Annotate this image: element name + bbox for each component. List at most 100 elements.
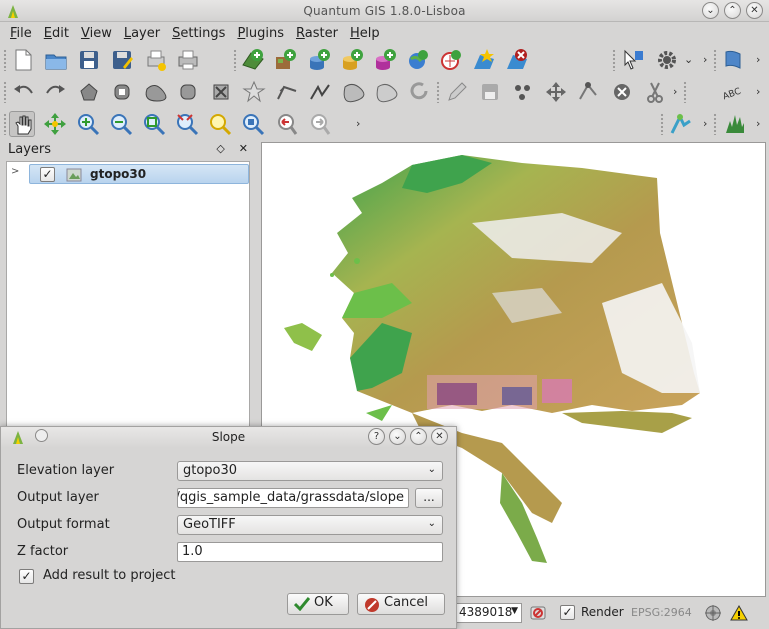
help-button[interactable]: ?	[368, 428, 385, 445]
render-checkbox[interactable]: ✓	[560, 605, 575, 620]
new-project-icon[interactable]	[10, 47, 36, 73]
add-mssql-layer-icon[interactable]	[372, 47, 398, 73]
reshape-features-icon[interactable]	[274, 79, 300, 105]
zoom-last-icon[interactable]	[273, 111, 299, 137]
maximize-dialog-button[interactable]: ⌃	[410, 428, 427, 445]
offset-curve-icon[interactable]	[307, 79, 333, 105]
delete-ring-icon[interactable]	[175, 79, 201, 105]
gps-tracking-icon[interactable]	[668, 111, 694, 137]
new-print-composer-icon[interactable]	[142, 47, 168, 73]
move-feature-icon[interactable]	[543, 79, 569, 105]
add-result-checkbox[interactable]: ✓	[19, 569, 34, 584]
node-tool-icon[interactable]	[576, 79, 602, 105]
menu-layer[interactable]: Layer	[118, 26, 166, 41]
layers-tree[interactable]: > ✓ gtopo30	[6, 161, 250, 451]
toolbar-overflow-icon[interactable]: ›	[703, 117, 707, 130]
ok-button[interactable]: OK	[287, 593, 349, 615]
pan-hand-icon[interactable]	[9, 111, 35, 137]
menu-edit[interactable]: Edit	[38, 26, 75, 41]
close-window-button[interactable]: ✕	[746, 2, 763, 19]
whats-this-icon[interactable]	[620, 47, 646, 73]
remove-layer-icon[interactable]	[504, 47, 530, 73]
crs-status-button[interactable]: EPSG:2964	[631, 606, 692, 619]
toolbar-grip[interactable]	[612, 49, 616, 71]
label-abc-icon[interactable]: ABC	[720, 79, 746, 105]
expand-icon[interactable]: >	[11, 166, 19, 177]
toolbar-grip[interactable]	[3, 113, 7, 135]
toolbar-grip[interactable]	[233, 49, 237, 71]
stop-render-icon[interactable]	[530, 604, 548, 622]
menu-file[interactable]: File	[4, 26, 38, 41]
edit-pencil-icon[interactable]	[444, 79, 470, 105]
close-dialog-button[interactable]: ✕	[431, 428, 448, 445]
redo-icon[interactable]	[43, 79, 69, 105]
settings-gear-icon[interactable]	[654, 47, 680, 73]
add-wms-layer-icon[interactable]	[405, 47, 431, 73]
menu-help[interactable]: Help	[344, 26, 386, 41]
save-project-icon[interactable]	[76, 47, 102, 73]
add-raster-layer-icon[interactable]	[273, 47, 299, 73]
elevation-layer-select[interactable]: gtopo30 ⌄	[177, 461, 443, 481]
close-panel-button[interactable]: ✕	[239, 142, 248, 155]
fill-ring-icon[interactable]	[142, 79, 168, 105]
grass-tools-icon[interactable]	[722, 111, 748, 137]
zoom-to-selection-icon[interactable]	[174, 111, 200, 137]
toolbar-overflow-icon[interactable]: ›	[756, 85, 760, 98]
undo-icon[interactable]	[10, 79, 36, 105]
toolbar-grip[interactable]	[713, 49, 717, 71]
warning-icon[interactable]	[730, 604, 748, 622]
toolbar-grip[interactable]	[3, 49, 7, 71]
zoom-to-layer-icon[interactable]	[207, 111, 233, 137]
add-feature-icon[interactable]	[510, 79, 536, 105]
save-edits-icon[interactable]	[477, 79, 503, 105]
add-part-icon[interactable]	[109, 79, 135, 105]
zoom-in-icon[interactable]	[75, 111, 101, 137]
zoom-out-icon[interactable]	[108, 111, 134, 137]
toolbar-overflow-icon[interactable]: ›	[756, 117, 760, 130]
delete-selected-icon[interactable]	[609, 79, 635, 105]
toolbar-grip[interactable]	[660, 113, 664, 135]
zoom-native-icon[interactable]	[240, 111, 266, 137]
rotate-icon[interactable]	[406, 79, 432, 105]
merge-features-icon[interactable]	[373, 79, 399, 105]
toolbar-grip[interactable]	[713, 113, 717, 135]
minimize-button[interactable]: ⌄	[702, 2, 719, 19]
output-layer-input[interactable]: /qgis_sample_data/grassdata/slope	[177, 488, 409, 508]
float-panel-button[interactable]: ◇	[216, 142, 224, 155]
zoom-full-icon[interactable]	[141, 111, 167, 137]
toolbar-overflow-icon[interactable]: ›	[703, 53, 707, 66]
add-postgis-layer-icon[interactable]	[306, 47, 332, 73]
layer-item-gtopo30[interactable]: ✓ gtopo30	[29, 164, 249, 184]
add-ring-icon[interactable]	[76, 79, 102, 105]
toolbar-grip[interactable]	[436, 81, 440, 103]
simplify-feature-icon[interactable]	[241, 79, 267, 105]
zoom-next-icon[interactable]	[306, 111, 332, 137]
layer-visibility-checkbox[interactable]: ✓	[40, 167, 55, 182]
print-icon[interactable]	[175, 47, 201, 73]
scale-combobox[interactable]: 4389018 ▼	[456, 603, 522, 623]
add-wcs-layer-icon[interactable]	[438, 47, 464, 73]
new-shapefile-layer-icon[interactable]	[471, 47, 497, 73]
dropdown-chevron-icon[interactable]: ⌄	[684, 53, 693, 66]
projection-globe-icon[interactable]	[704, 604, 722, 622]
cancel-button[interactable]: Cancel	[357, 593, 445, 615]
menu-view[interactable]: View	[75, 26, 118, 41]
delete-part-icon[interactable]	[208, 79, 234, 105]
maximize-button[interactable]: ⌃	[724, 2, 741, 19]
toolbar-overflow-icon[interactable]: ›	[756, 53, 760, 66]
menu-plugins[interactable]: Plugins	[231, 26, 290, 41]
help-book-icon[interactable]	[720, 47, 746, 73]
add-vector-layer-icon[interactable]	[240, 47, 266, 73]
menu-raster[interactable]: Raster	[290, 26, 344, 41]
toolbar-grip[interactable]	[3, 81, 7, 103]
menu-settings[interactable]: Settings	[166, 26, 231, 41]
toolbar-grip[interactable]	[683, 81, 687, 103]
output-format-select[interactable]: GeoTIFF ⌄	[177, 515, 443, 535]
pan-to-selection-icon[interactable]	[42, 111, 68, 137]
browse-button[interactable]: ...	[415, 488, 443, 508]
add-spatialite-layer-icon[interactable]	[339, 47, 365, 73]
save-as-icon[interactable]	[109, 47, 135, 73]
toolbar-overflow-icon[interactable]: ›	[356, 117, 360, 130]
split-features-icon[interactable]	[340, 79, 366, 105]
cut-features-icon[interactable]	[642, 79, 668, 105]
